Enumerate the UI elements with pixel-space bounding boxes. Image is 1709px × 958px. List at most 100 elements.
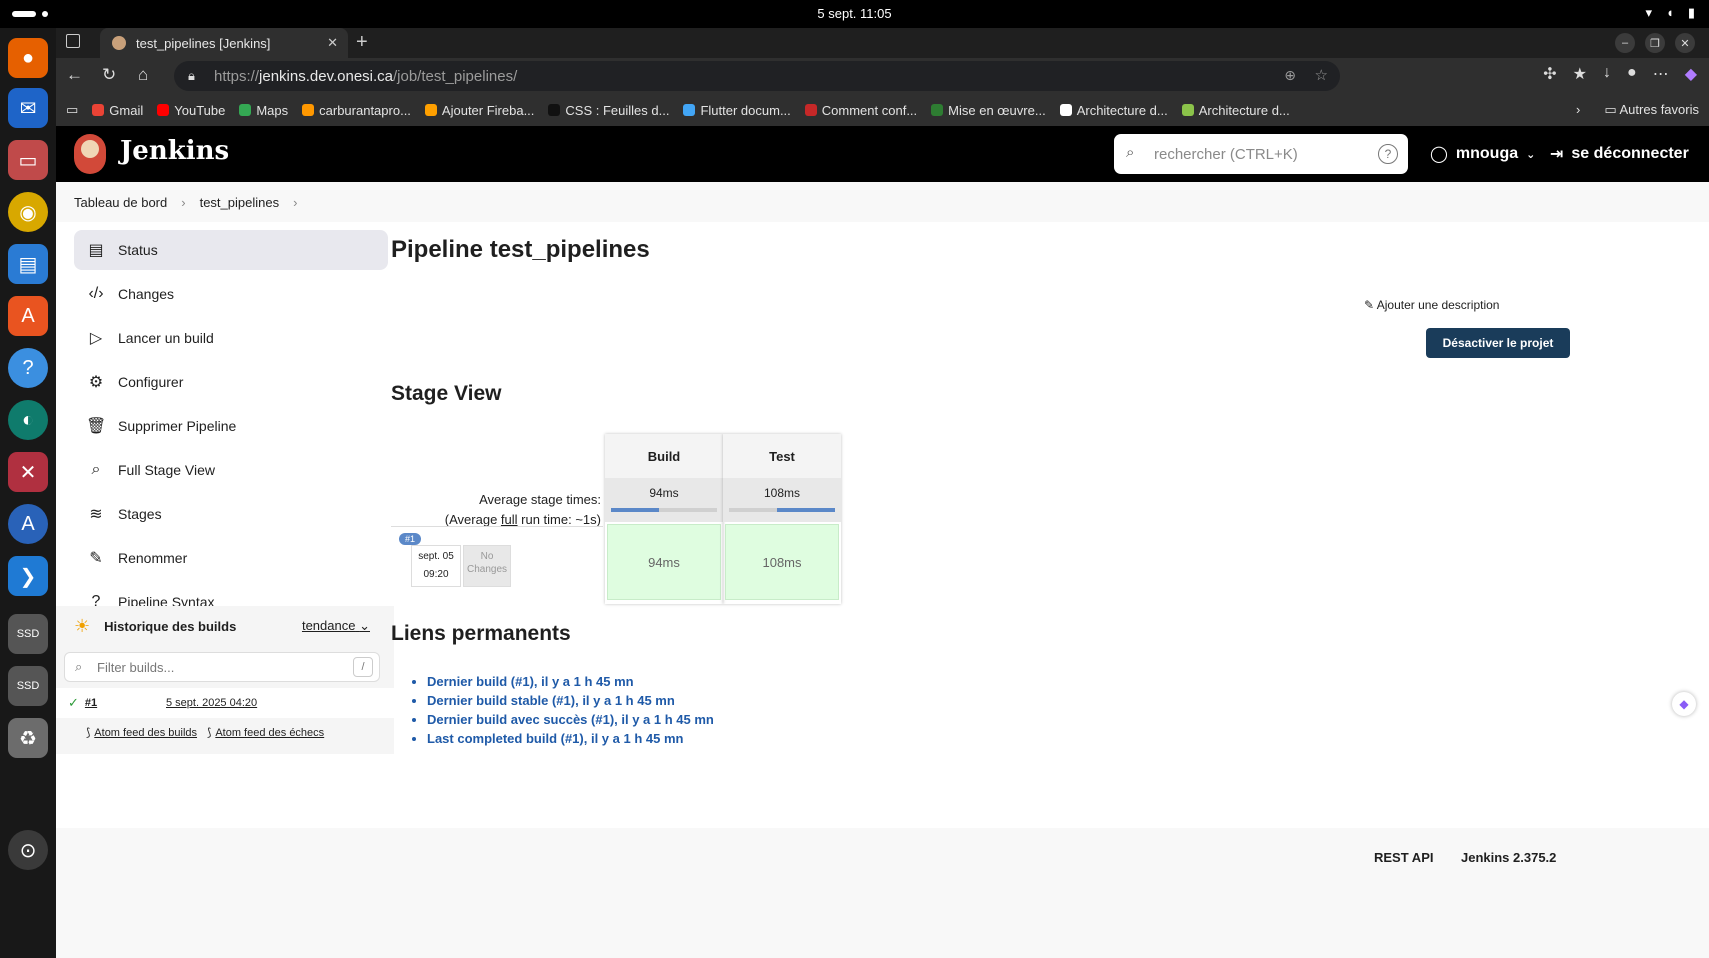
help-icon[interactable]: ? — [8, 348, 48, 388]
bookmark-apps-icon[interactable]: ▭ — [66, 102, 78, 118]
address-bar[interactable]: 🔒︎ https://jenkins.dev.onesi.ca/job/test… — [174, 61, 1340, 91]
permalink-last-successful[interactable]: Dernier build avec succès (#1), il y a 1… — [427, 710, 714, 729]
system-clock[interactable]: 5 sept. 11:05 — [0, 6, 1709, 21]
page-title: Pipeline test_pipelines — [391, 236, 650, 263]
sidebar-item-build[interactable]: ▷ Lancer un build — [74, 318, 388, 358]
sidebar-item-full-stage-view[interactable]: ⌕ Full Stage View — [74, 450, 388, 490]
run-badge[interactable]: #1 — [399, 533, 422, 545]
bookmark-architecture-1[interactable]: Architecture d... — [1059, 103, 1168, 118]
system-tray[interactable]: ▾ ◖ ▮ — [1645, 5, 1695, 21]
tab-actions-icon[interactable] — [66, 34, 80, 48]
success-check-icon: ✓ — [68, 695, 79, 710]
logout-link[interactable]: ⇥ se déconnecter — [1550, 144, 1689, 164]
permalink-last-stable[interactable]: Dernier build stable (#1), il y a 1 h 45… — [427, 691, 714, 710]
reload-icon[interactable]: ↻ — [102, 65, 116, 85]
bookmark-maps[interactable]: Maps — [239, 103, 288, 118]
favorites-icon[interactable]: ★ — [1573, 64, 1587, 84]
user-icon: ◯ — [1430, 146, 1448, 163]
bookmark-youtube[interactable]: YouTube — [157, 103, 225, 118]
restore-button[interactable]: ❐ — [1645, 33, 1665, 53]
logout-icon: ⇥ — [1550, 146, 1564, 163]
writer-icon[interactable]: ▤ — [8, 244, 48, 284]
app-store-icon[interactable]: A — [8, 504, 48, 544]
folder-icon: ▭ — [1604, 102, 1620, 117]
jenkins-version-link[interactable]: Jenkins 2.375.2 — [1461, 850, 1556, 865]
bookmark-firebase[interactable]: Ajouter Fireba... — [424, 103, 534, 118]
build-number-link[interactable]: #1 — [85, 697, 97, 709]
sidebar-item-configure[interactable]: ⚙ Configurer — [74, 362, 388, 402]
rest-api-link[interactable]: REST API — [1374, 850, 1433, 865]
bookmark-carburant[interactable]: carburantapro... — [302, 103, 411, 118]
disable-project-button[interactable]: Désactiver le projet — [1426, 328, 1570, 358]
search-icon: ⌕ — [75, 659, 83, 674]
lock-icon[interactable]: 🔒︎ — [188, 68, 195, 84]
average-times-label: Average stage times: (Average full run t… — [391, 490, 601, 530]
profile-icon[interactable]: ● — [1627, 64, 1637, 84]
bookmark-architecture-2[interactable]: Architecture d... — [1181, 103, 1290, 118]
bookmark-mise-en-oeuvre[interactable]: Mise en œuvre... — [931, 103, 1046, 118]
stage-cell-test[interactable]: 108ms — [725, 524, 839, 600]
sidebar-item-status[interactable]: ▤ Status — [74, 230, 388, 270]
trend-link[interactable]: tendance ⌄ — [302, 618, 370, 634]
jenkins-logo-icon[interactable] — [74, 134, 106, 174]
breadcrumb-dashboard[interactable]: Tableau de bord — [74, 195, 167, 210]
trash-icon[interactable]: ♻ — [8, 718, 48, 758]
sidebar-item-delete[interactable]: 🗑︎ Supprimer Pipeline — [74, 406, 388, 446]
sidebar-item-stages[interactable]: ≋ Stages — [74, 494, 388, 534]
back-icon[interactable]: ← — [66, 65, 83, 85]
extensions-icon[interactable]: ✣ — [1543, 64, 1556, 84]
vx-editor-icon[interactable]: ✕ — [8, 452, 48, 492]
permalinks-list: Dernier build (#1), il y a 1 h 45 mn Der… — [409, 672, 714, 748]
edge-icon[interactable]: ◐ — [8, 400, 48, 440]
zoom-icon[interactable]: ⊕ — [1284, 67, 1296, 84]
minimize-button[interactable]: – — [1615, 33, 1635, 53]
feed-all-link[interactable]: ⟆ Atom feed des builds — [86, 726, 197, 739]
sidebar-item-changes[interactable]: ‹/› Changes — [74, 274, 388, 314]
rhythmbox-icon[interactable]: ◉ — [8, 192, 48, 232]
breadcrumb-job[interactable]: test_pipelines — [200, 195, 280, 210]
permalink-last-completed[interactable]: Last completed build (#1), il y a 1 h 45… — [427, 729, 714, 748]
rss-icon: ⟆ — [86, 727, 91, 739]
stage-header-test: Test — [723, 434, 841, 478]
search-input[interactable]: ⌕ rechercher (CTRL+K) ? — [1114, 134, 1408, 174]
app-center-icon[interactable]: A — [8, 296, 48, 336]
copilot-floating-icon[interactable]: ◆ — [1672, 692, 1696, 716]
copilot-icon[interactable]: ◆ — [1685, 64, 1697, 84]
sidebar-item-rename[interactable]: ✎ Renommer — [74, 538, 388, 578]
browser-tab[interactable]: test_pipelines [Jenkins] ✕ — [100, 28, 348, 58]
user-menu[interactable]: ◯ mnouga ⌄ — [1430, 144, 1535, 164]
more-icon[interactable]: ⋯ — [1653, 64, 1669, 84]
star-icon[interactable]: ☆ — [1315, 66, 1328, 84]
feed-failures-link[interactable]: ⟆ Atom feed des échecs — [207, 726, 324, 739]
home-icon[interactable]: ⌂ — [138, 65, 148, 85]
other-bookmarks[interactable]: › ▭ Autres favoris — [1576, 102, 1699, 118]
jenkins-title[interactable]: Jenkins — [120, 136, 229, 166]
thunderbird-icon[interactable]: ✉ — [8, 88, 48, 128]
build-date-link[interactable]: 5 sept. 2025 04:20 — [166, 697, 257, 709]
vscode-icon[interactable]: ❯ — [8, 556, 48, 596]
bookmark-css[interactable]: CSS : Feuilles d... — [548, 103, 669, 118]
build-row[interactable]: ✓ #1 5 sept. 2025 04:20 — [56, 688, 394, 718]
stage-cell-build[interactable]: 94ms — [607, 524, 721, 600]
stage-avg-bar-build — [611, 508, 717, 512]
app-dock: ● ✉ ▭ ◉ ▤ A ? ◐ ✕ A ❯ SSD SSD ♻ ⊙ — [0, 28, 56, 958]
sun-weather-icon: ☀ — [74, 615, 91, 636]
downloads-icon[interactable]: ↓ — [1603, 64, 1611, 84]
breadcrumb-separator-icon[interactable]: › — [293, 195, 297, 210]
ssd-drive-icon[interactable]: SSD — [8, 614, 48, 654]
close-window-button[interactable]: ✕ — [1675, 33, 1695, 53]
close-tab-icon[interactable]: ✕ — [327, 35, 338, 51]
permalink-last-build[interactable]: Dernier build (#1), il y a 1 h 45 mn — [427, 672, 714, 691]
bookmark-comment[interactable]: Comment conf... — [804, 103, 917, 118]
bookmark-flutter[interactable]: Flutter docum... — [683, 103, 791, 118]
filter-builds-input[interactable]: ⌕ Filter builds... / — [64, 652, 380, 682]
bookmark-gmail[interactable]: Gmail — [92, 103, 143, 118]
files-icon[interactable]: ▭ — [8, 140, 48, 180]
chevron-right-icon[interactable]: › — [1576, 102, 1580, 117]
show-apps-icon[interactable]: ⊙ — [8, 830, 48, 870]
add-description-link[interactable]: ✎ Ajouter une description — [1364, 298, 1499, 312]
firefox-icon[interactable]: ● — [8, 38, 48, 78]
search-help-icon[interactable]: ? — [1378, 144, 1398, 164]
ssd-drive-icon[interactable]: SSD — [8, 666, 48, 706]
new-tab-button[interactable]: + — [356, 31, 368, 54]
